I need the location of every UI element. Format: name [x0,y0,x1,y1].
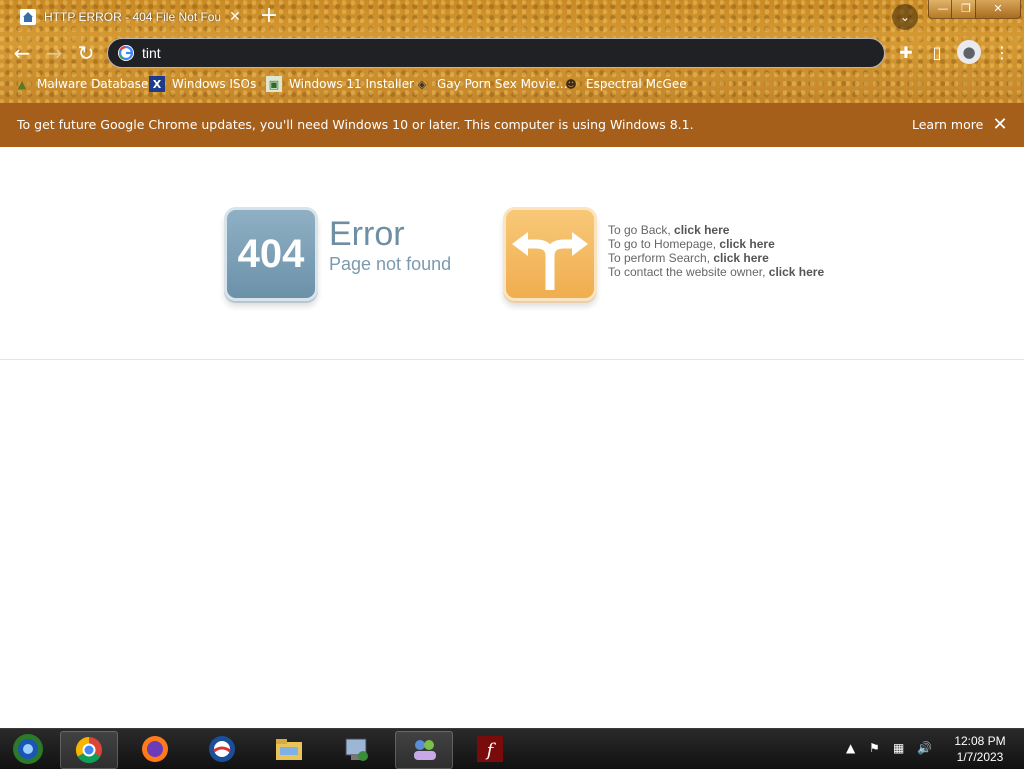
search-link[interactable]: click here [713,251,768,265]
help-links: To go Back, click here To go to Homepage… [608,223,824,279]
action-center-flag-icon[interactable]: ⚑ [869,741,880,755]
infobar-close-button[interactable]: ✕ [990,114,1010,135]
taskbar: f ▲ ⚑ ▦ 🔊 12:08 PM 1/7/2023 [0,728,1024,769]
system-clock[interactable]: 12:08 PM 1/7/2023 [944,733,1016,765]
link-row-home: To go to Homepage, click here [608,237,824,251]
tab-search-button[interactable]: ⌄ [892,4,918,30]
tab-title: HTTP ERROR - 404 File Not Found [44,10,220,24]
network-icon[interactable]: ▦ [893,741,904,755]
clock-date: 1/7/2023 [956,750,1004,764]
outlook-taskbar-icon[interactable] [194,731,250,767]
split-arrows-icon [503,207,597,301]
file-explorer-icon[interactable] [261,731,317,767]
bookmark-windows-isos[interactable]: X Windows ISOs [149,74,256,94]
clock-time: 12:08 PM [954,734,1006,748]
infobar-message: To get future Google Chrome updates, you… [17,117,694,132]
bookmark-windows-11-installer[interactable]: ▣ Windows 11 Installer [266,74,414,94]
address-bar[interactable]: tint [107,38,885,68]
page-content: 404 Error Page not found To go Back, cli… [0,147,1024,728]
messenger-taskbar-icon[interactable] [395,731,453,769]
back-arrow-icon[interactable]: ← [10,41,34,65]
link-prefix: To go to Homepage, [608,237,720,251]
link-row-search: To perform Search, click here [608,251,824,265]
film-icon: ◈ [417,77,427,91]
menu-kebab-icon[interactable]: ⋮ [990,41,1014,65]
close-window-button[interactable]: ✕ [975,0,1021,19]
flash-taskbar-icon[interactable]: f [462,731,518,767]
browser-frame: HTTP ERROR - 404 File Not Found ✕ + ⌄ — … [0,0,1024,103]
link-prefix: To perform Search, [608,251,714,265]
address-text[interactable]: tint [142,45,161,61]
forward-arrow-icon[interactable]: → [42,41,66,65]
update-infobar: To get future Google Chrome updates, you… [0,103,1024,147]
link-prefix: To go Back, [608,223,675,237]
error-404-badge: 404 [224,207,318,301]
tab-close-button[interactable]: ✕ [226,8,244,26]
content-divider [0,359,1024,360]
reload-icon[interactable]: ↻ [74,41,98,65]
contact-link[interactable]: click here [769,265,824,279]
firefox-taskbar-icon[interactable] [127,731,183,767]
bookmark-movie[interactable]: ◈ Gay Porn Sex Movie... [414,74,568,94]
extensions-puzzle-icon[interactable]: ✚ [894,41,918,65]
bookmark-label: Windows ISOs [172,77,257,91]
side-panel-icon[interactable]: ▯ [925,41,949,65]
installer-icon: ▣ [266,76,282,92]
profile-avatar-icon[interactable]: ● [957,40,981,64]
bookmark-malware-database[interactable]: ▲ Malware Database [14,74,149,94]
installer-taskbar-icon[interactable] [328,731,384,767]
show-hidden-icons[interactable]: ▲ [846,741,855,755]
google-icon [118,45,134,61]
browser-tab[interactable]: HTTP ERROR - 404 File Not Found ✕ [10,2,246,34]
volume-icon[interactable]: 🔊 [917,741,932,755]
face-icon: ☻ [565,77,577,91]
new-tab-button[interactable]: + [258,5,280,27]
x-icon: X [149,76,165,92]
bookmark-label: Gay Porn Sex Movie... [437,77,568,91]
link-row-contact: To contact the website owner, click here [608,265,824,279]
bookmark-label: Espectral McGee [586,77,687,91]
malware-icon: ▲ [17,77,27,91]
error-title: Error [329,215,405,253]
bookmark-label: Windows 11 Installer [289,77,414,91]
learn-more-link[interactable]: Learn more [912,117,983,132]
chrome-taskbar-icon[interactable] [60,731,118,769]
back-link[interactable]: click here [674,223,729,237]
bookmark-label: Malware Database [37,77,149,91]
link-prefix: To contact the website owner, [608,265,769,279]
bookmark-espectral-mcgee[interactable]: ☻ Espectral McGee [563,74,687,94]
error-subtitle: Page not found [329,254,452,274]
start-orb-icon[interactable] [0,731,56,767]
link-row-back: To go Back, click here [608,223,824,237]
home-page-icon [20,9,36,25]
homepage-link[interactable]: click here [719,237,774,251]
